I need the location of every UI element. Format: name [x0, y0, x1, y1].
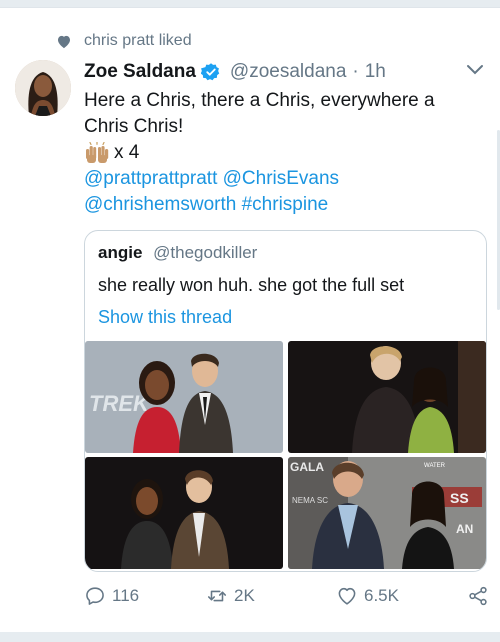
social-context-text: chris pratt liked — [84, 32, 192, 49]
tweet-header: Zoe Saldana @zoesaldana · 1h — [84, 59, 484, 85]
like-icon — [338, 587, 356, 605]
backdrop-text: NEMA SC — [292, 496, 328, 505]
bottom-divider — [0, 632, 500, 642]
like-count: 6.5K — [364, 586, 399, 605]
quoted-header: angie @thegodkiller — [98, 243, 257, 263]
emoji-count: x 4 — [114, 142, 140, 163]
backdrop-text: SS — [450, 490, 469, 506]
quoted-tweet[interactable]: angie @thegodkiller she really won huh. … — [84, 230, 487, 572]
raising-hands-emoji — [86, 142, 109, 163]
reply-count: 116 — [112, 586, 140, 605]
timestamp[interactable]: 1h — [365, 61, 386, 83]
social-context[interactable]: chris pratt liked — [56, 32, 192, 50]
separator-dot: · — [352, 61, 359, 82]
avatar[interactable] — [15, 60, 71, 116]
retweet-count: 2K — [234, 586, 255, 605]
retweet-icon — [207, 590, 227, 602]
avatar-image — [15, 60, 71, 116]
verified-icon — [200, 63, 220, 81]
tweet-actions: 116 2K 6.5K — [84, 582, 489, 610]
quoted-handle: @thegodkiller — [153, 243, 258, 262]
reply-button[interactable]: 116 — [84, 585, 139, 607]
mentions-line[interactable]: @prattprattpratt @ChrisEvans — [84, 166, 484, 192]
display-name[interactable]: Zoe Saldana — [84, 61, 196, 83]
backdrop-text: AN — [456, 522, 473, 536]
chevron-down-icon[interactable] — [466, 63, 484, 77]
top-divider — [0, 0, 500, 8]
quoted-text: she really won huh. she got the full set — [98, 275, 405, 295]
mentions-line[interactable]: @chrishemsworth #chrispine — [84, 192, 484, 218]
heart-icon — [58, 35, 70, 48]
photo-grid: TREK GALA NEMA SC WATER SS AN — [85, 341, 486, 571]
tweet-text-line: Here a Chris, there a Chris, everywhere … — [84, 90, 435, 137]
handle[interactable]: @zoesaldana — [230, 61, 346, 83]
emoji-line: x 4 — [84, 140, 484, 166]
photo-event-backdrop[interactable] — [288, 341, 486, 453]
tweet-text: Here a Chris, there a Chris, everywhere … — [84, 88, 484, 218]
quoted-display-name: angie — [98, 243, 143, 262]
backdrop-text: TREK — [89, 391, 151, 416]
share-icon — [469, 586, 487, 606]
photo-cinema-backdrop[interactable]: GALA NEMA SC WATER SS AN — [288, 457, 486, 569]
reply-icon — [86, 587, 104, 605]
show-thread-link[interactable]: Show this thread — [98, 307, 232, 328]
share-button[interactable] — [467, 585, 489, 607]
photo-star-trek-premiere[interactable]: TREK — [85, 341, 283, 453]
photo-dark-event[interactable] — [85, 457, 283, 569]
retweet-button[interactable]: 2K — [206, 585, 255, 607]
like-button[interactable]: 6.5K — [336, 585, 399, 607]
backdrop-text: GALA — [290, 460, 324, 474]
backdrop-text: WATER — [424, 463, 446, 469]
